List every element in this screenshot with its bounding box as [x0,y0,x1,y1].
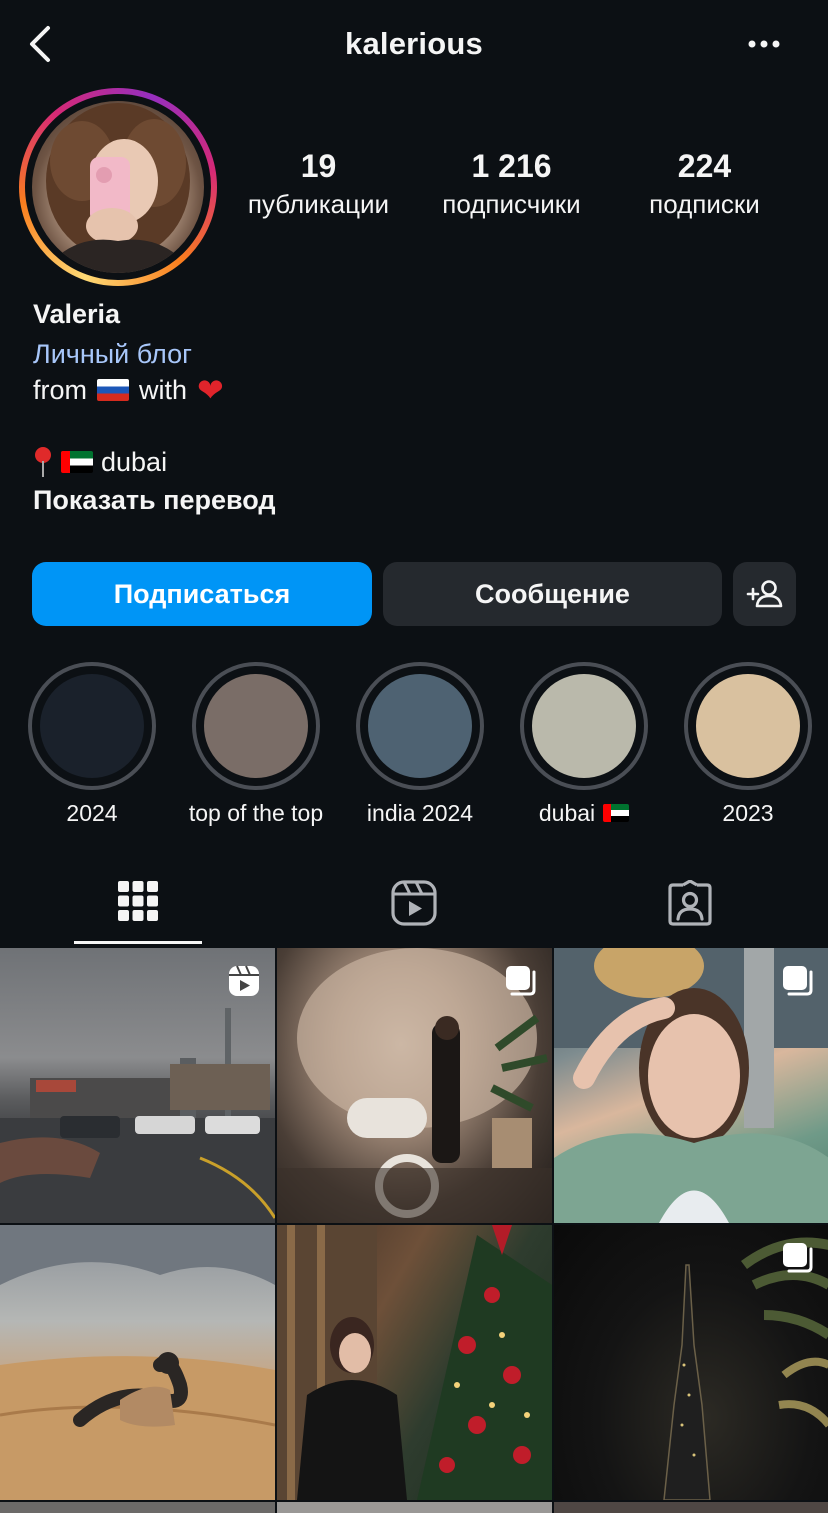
stat-following[interactable]: 224 подписки [608,148,801,238]
highlight-cover [40,674,144,778]
uae-flag-icon [603,804,630,822]
follow-button[interactable]: Подписаться [32,562,372,626]
highlight-india-2024[interactable]: india 2024 [345,662,495,828]
top-bar: kalerious [0,0,828,90]
carousel-badge-icon [504,964,538,1003]
profile-actions: Подписаться Сообщение [32,562,796,626]
reel-badge-icon [227,964,261,1003]
highlight-2024[interactable]: 2024 [17,662,167,828]
bio-location: dubai [33,444,793,480]
stat-followers-label: подписчики [442,189,581,219]
more-options-icon[interactable] [744,30,784,58]
russia-flag-icon [97,379,129,401]
active-tab-indicator [74,941,202,944]
stat-posts-count: 19 [300,148,337,184]
highlight-label: dubai [538,800,596,826]
stat-posts-label: публикации [247,189,390,219]
tab-posts[interactable] [0,858,276,946]
pin-icon [33,445,53,479]
stat-followers-count: 1 216 [471,148,552,184]
highlight-label: 2023 [722,800,774,826]
post-thumbnail[interactable] [554,1225,828,1500]
profile-stats: 19 публикации 1 216 подписчики 224 подпи… [222,148,802,238]
post-thumbnail[interactable] [554,948,828,1223]
profile-name: Valeria [33,299,121,329]
post-thumbnail[interactable] [554,1502,828,1513]
highlight-label: 2024 [66,800,118,826]
stat-followers[interactable]: 1 216 подписчики [415,148,608,238]
profile-username: kalerious [345,26,483,61]
highlight-cover [204,674,308,778]
post-thumbnail[interactable] [0,1502,275,1513]
stat-following-label: подписки [649,189,760,219]
tab-tagged[interactable] [552,858,828,946]
stat-posts[interactable]: 19 публикации [222,148,415,238]
profile-bio: Valeria Личный блог from with ❤ dubai По… [33,296,793,518]
tagged-person-icon [668,880,712,926]
highlight-top-of-the-top[interactable]: top of the top [181,662,331,828]
uae-flag-icon [61,451,93,473]
reels-icon [391,880,437,926]
story-ring[interactable] [19,88,217,286]
location-text: dubai [101,447,168,477]
post-thumbnail[interactable] [277,1225,552,1500]
story-highlights: 2024 top of the top india 2024 dubai 202… [0,662,828,832]
highlight-cover [532,674,636,778]
show-translation-link[interactable]: Показать перевод [33,482,793,518]
tab-reels[interactable] [276,858,552,946]
carousel-badge-icon [781,964,815,1003]
post-thumbnail[interactable] [0,948,275,1223]
message-button[interactable]: Сообщение [383,562,722,626]
avatar[interactable] [32,101,204,273]
bio-with-text: with [139,375,188,405]
grid-icon [118,881,158,921]
posts-grid [0,948,828,1513]
bio-line-origin: from with ❤ [33,372,793,408]
post-thumbnail[interactable] [0,1225,275,1500]
stat-following-count: 224 [677,148,732,184]
suggest-people-button[interactable] [733,562,796,626]
highlight-cover [696,674,800,778]
highlight-cover [368,674,472,778]
highlight-label: india 2024 [366,800,474,826]
highlight-dubai[interactable]: dubai [509,662,659,828]
carousel-badge-icon [781,1241,815,1280]
profile-tabs [0,858,828,948]
bio-from-text: from [33,375,87,405]
highlight-2023[interactable]: 2023 [673,662,823,828]
post-thumbnail[interactable] [277,1502,552,1513]
post-thumbnail[interactable] [277,948,552,1223]
add-person-icon [746,580,783,608]
highlight-label: top of the top [188,800,324,826]
heart-icon: ❤ [197,372,224,408]
profile-category[interactable]: Личный блог [33,336,793,372]
